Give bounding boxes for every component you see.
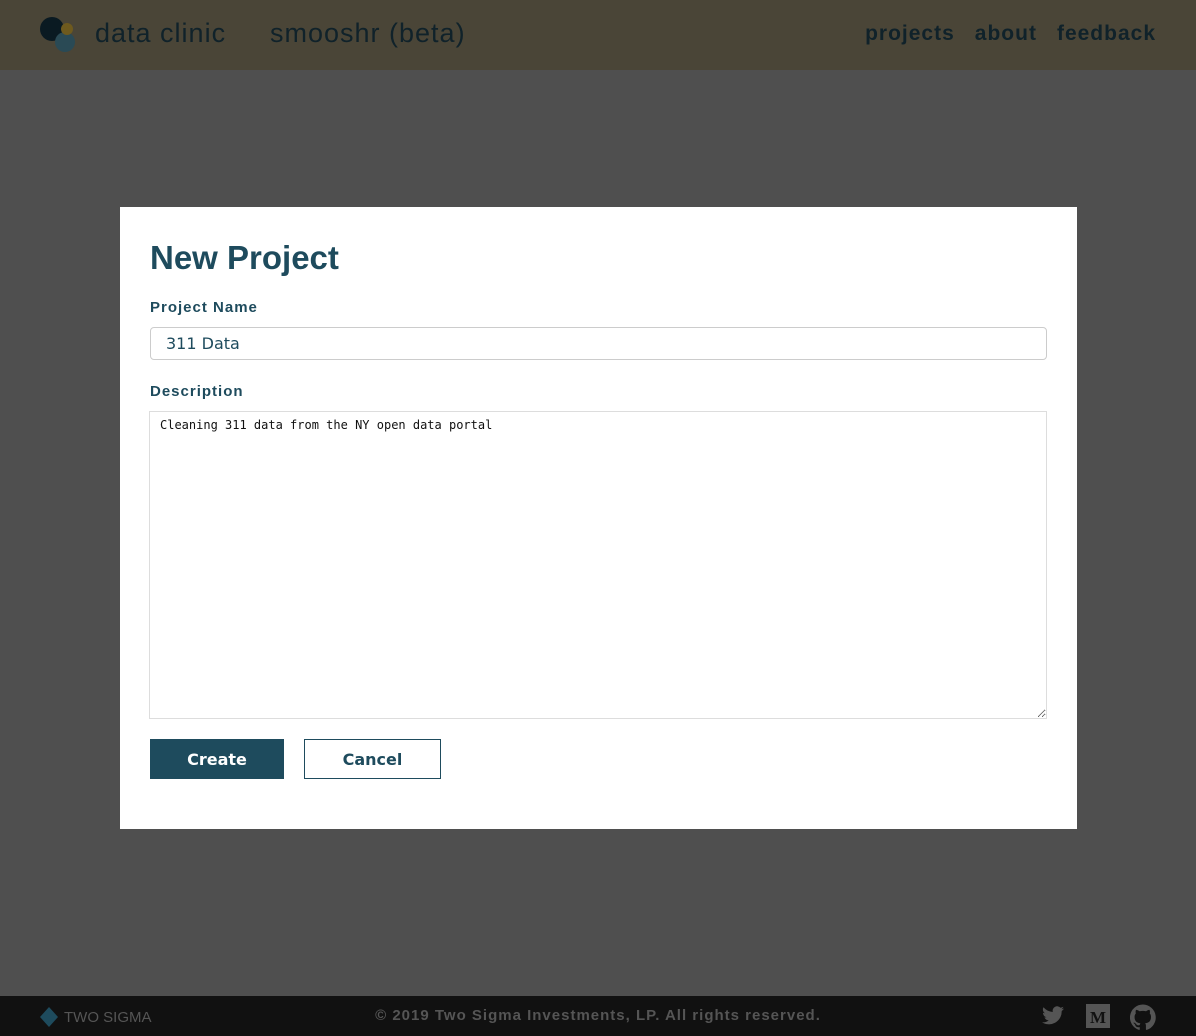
header: data clinic smooshr (beta) projects abou… — [0, 0, 1196, 70]
new-project-modal: New Project Project Name Description Cle… — [120, 207, 1077, 829]
nav-feedback[interactable]: feedback — [1057, 22, 1156, 46]
main-nav: projects about feedback — [865, 22, 1156, 46]
copyright: © 2019 Two Sigma Investments, LP. All ri… — [375, 1007, 821, 1024]
social-links: M — [1040, 1004, 1156, 1030]
brand-name[interactable]: data clinic — [95, 18, 226, 49]
project-name-input[interactable] — [150, 327, 1047, 360]
data-clinic-logo — [40, 17, 75, 52]
twitter-icon[interactable] — [1040, 1004, 1066, 1028]
modal-title: New Project — [150, 239, 339, 276]
description-textarea[interactable]: Cleaning 311 data from the NY open data … — [149, 411, 1047, 719]
project-name-label: Project Name — [150, 299, 258, 316]
nav-projects[interactable]: projects — [865, 22, 955, 46]
footer: TWO SIGMA © 2019 Two Sigma Investments, … — [0, 996, 1196, 1036]
create-button[interactable]: Create — [150, 739, 284, 779]
svg-text:M: M — [1090, 1008, 1106, 1027]
app-name: smooshr (beta) — [270, 18, 466, 48]
github-icon[interactable] — [1130, 1004, 1156, 1030]
cancel-button[interactable]: Cancel — [304, 739, 441, 779]
medium-icon[interactable]: M — [1086, 1004, 1110, 1028]
nav-about[interactable]: about — [975, 22, 1037, 46]
description-label: Description — [150, 383, 244, 400]
